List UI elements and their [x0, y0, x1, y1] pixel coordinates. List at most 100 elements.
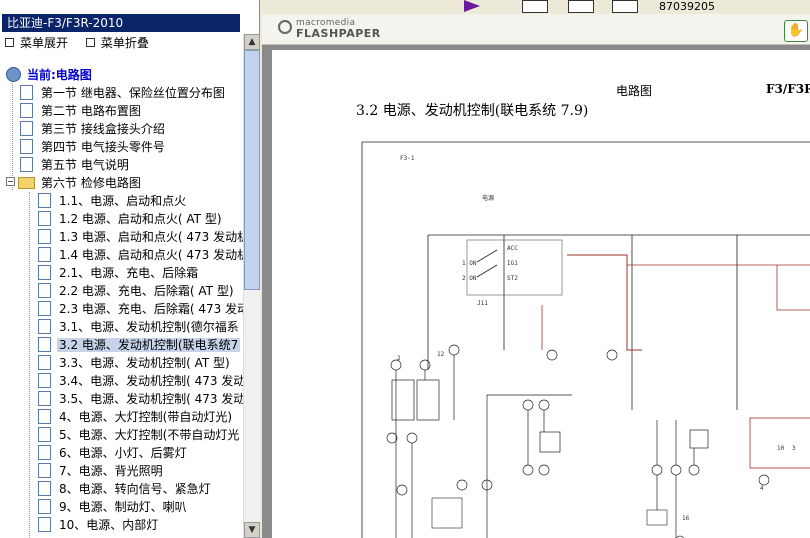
tree-root[interactable]: 当前:电路图 — [6, 66, 94, 84]
diagram-label-st2: ST2 — [507, 275, 518, 282]
tree-item[interactable]: 3.1、电源、发动机控制(德尔福系 — [38, 318, 241, 336]
collapse-toggle-icon[interactable]: − — [6, 177, 15, 186]
toolbar-button-3[interactable] — [612, 0, 638, 13]
diagram-label-pin: 2 — [397, 355, 401, 362]
wiring-diagram: F3-1 电源 ACC IG1 ST2 1 ON 2 ON J11 3 10 1… — [361, 141, 810, 538]
tree-item[interactable]: 2.1、电源、充电、后除霜 — [38, 264, 200, 282]
expand-menu-button[interactable]: 菜单展开 — [5, 36, 68, 50]
tree-view: 当前:电路图 第一节 继电器、保险丝位置分布图 第二节 电路布置图 第三节 接线… — [0, 66, 243, 538]
tree-item[interactable]: 5、电源、大灯控制(不带自动灯光 — [38, 426, 241, 444]
tree-section-1[interactable]: 第一节 继电器、保险丝位置分布图 — [20, 84, 227, 102]
document-icon — [38, 319, 51, 334]
document-icon — [20, 121, 33, 136]
document-icon — [38, 283, 51, 298]
tree-line — [29, 192, 30, 538]
tree-item[interactable]: 1.4 电源、启动和点火( 473 发动机 — [38, 246, 243, 264]
document-icon — [20, 103, 33, 118]
document-icon — [38, 481, 51, 496]
tree-item-selected[interactable]: 3.2 电源、发动机控制(联电系统7 — [38, 336, 241, 354]
wiring-lines — [395, 355, 695, 538]
document-page: 电路图 F3/F3R 3.2 电源、发动机控制(联电系统 7.9) F3-1 电… — [272, 50, 810, 538]
collapse-menu-button[interactable]: 菜单折叠 — [85, 36, 149, 50]
diagram-label-pin: 4 — [760, 485, 764, 492]
tree-item[interactable]: 1.1、电源、启动和点火 — [38, 192, 188, 210]
document-icon — [38, 391, 51, 406]
diagram-label-power: 电源 — [482, 194, 494, 202]
tree-item[interactable]: 1.2 电源、启动和点火( AT 型) — [38, 210, 224, 228]
scroll-down-button[interactable]: ▼ — [244, 522, 260, 538]
document-viewer: macromedia FLASHPAPER ✋ 电路图 F3/F3R 3.2 电… — [262, 14, 810, 538]
diagram-label-1on: 1 ON — [462, 260, 477, 267]
relay-box — [391, 379, 415, 421]
tree-item[interactable]: 7、电源、背光照明 — [38, 462, 165, 480]
document-icon — [38, 211, 51, 226]
tree-item[interactable]: 3.4、电源、发动机控制( 473 发动 — [38, 372, 243, 390]
tree-item[interactable]: 9、电源、制动灯、喇叭 — [38, 498, 189, 516]
tree-item[interactable]: 3.3、电源、发动机控制( AT 型) — [38, 354, 232, 372]
tree-item[interactable]: 8、电源、转向信号、紧急灯 — [38, 480, 213, 498]
sensor-box — [689, 429, 709, 449]
tree-folder-section-6[interactable]: − 第六节 检修电路图 — [6, 174, 143, 192]
collapse-square-icon — [85, 38, 95, 47]
phone-number: 87039205 — [659, 0, 715, 13]
tree-item[interactable]: 2.3 电源、充电、后除霜( 473 发动 — [38, 300, 243, 318]
ground-box — [646, 509, 668, 526]
module-box — [431, 497, 463, 529]
tree-item[interactable]: 4、电源、大灯控制(带自动灯光) — [38, 408, 234, 426]
toolbar-button-2[interactable] — [568, 0, 594, 13]
open-folder-icon — [18, 176, 35, 189]
tree-section-3[interactable]: 第三节 接线盒接头介绍 — [20, 120, 167, 138]
viewer-toolbar: macromedia FLASHPAPER ✋ — [262, 14, 810, 45]
tree-root-label: 当前:电路图 — [27, 68, 92, 82]
connectors — [386, 344, 770, 538]
tree-item[interactable]: 2.2 电源、充电、后除霜( AT 型) — [38, 282, 236, 300]
switch-contact — [476, 264, 498, 278]
sensor-box — [539, 431, 561, 453]
document-icon — [38, 409, 51, 424]
hand-tool-button[interactable]: ✋ — [784, 20, 808, 42]
document-icon — [38, 229, 51, 244]
relay-box — [416, 379, 440, 421]
diagram-label-ig1: IG1 — [507, 260, 518, 267]
document-icon — [38, 517, 51, 532]
diagram-ref: F3-1 — [400, 155, 415, 162]
menu-controls: 菜单展开 菜单折叠 — [5, 35, 163, 51]
toolbar-button-1[interactable] — [522, 0, 548, 13]
document-icon — [20, 85, 33, 100]
document-icon — [20, 139, 33, 154]
harness-red-line — [776, 265, 810, 311]
harness-red-line — [567, 254, 642, 351]
scroll-up-button[interactable]: ▲ — [244, 34, 260, 50]
tree-section-4[interactable]: 第四节 电气接头零件号 — [20, 138, 167, 156]
document-icon — [38, 427, 51, 442]
document-icon — [38, 247, 51, 262]
document-icon — [38, 265, 51, 280]
document-icon — [20, 157, 33, 172]
tree-item[interactable]: 10、电源、内部灯 — [38, 516, 160, 534]
document-icon — [38, 445, 51, 460]
expand-square-icon — [5, 38, 14, 47]
document-canvas[interactable]: 电路图 F3/F3R 3.2 电源、发动机控制(联电系统 7.9) F3-1 电… — [262, 45, 810, 538]
switch-contact — [476, 249, 498, 263]
diagram-label-acc: ACC — [507, 245, 518, 252]
document-icon — [38, 301, 51, 316]
document-icon — [38, 355, 51, 370]
hand-icon: ✋ — [787, 23, 805, 38]
scroll-thumb[interactable] — [244, 50, 260, 290]
tree-item[interactable]: 1.3 电源、启动和点火( 473 发动机 — [38, 228, 243, 246]
diagram-label-pin: 10 — [777, 445, 785, 452]
tree-section-5[interactable]: 第五节 电气说明 — [20, 156, 131, 174]
tree-section-2[interactable]: 第二节 电路布置图 — [20, 102, 143, 120]
diagram-label-pin: 16 — [682, 515, 690, 522]
ecu-box — [749, 417, 810, 469]
navigation-panel: 比亚迪-F3/F3R-2010 菜单展开 菜单折叠 当前:电路图 第一节 继电器… — [0, 0, 260, 538]
globe-icon — [6, 67, 21, 82]
document-icon — [38, 337, 51, 352]
tree-scrollbar[interactable]: ▲ ▼ — [243, 34, 260, 538]
document-icon — [38, 193, 51, 208]
diagram-label-pin: 12 — [437, 351, 445, 358]
play-arrow-icon[interactable] — [464, 0, 480, 12]
tree-item[interactable]: 6、电源、小灯、后雾灯 — [38, 444, 189, 462]
document-icon — [38, 463, 51, 478]
tree-item[interactable]: 3.5、电源、发动机控制( 473 发动 — [38, 390, 243, 408]
